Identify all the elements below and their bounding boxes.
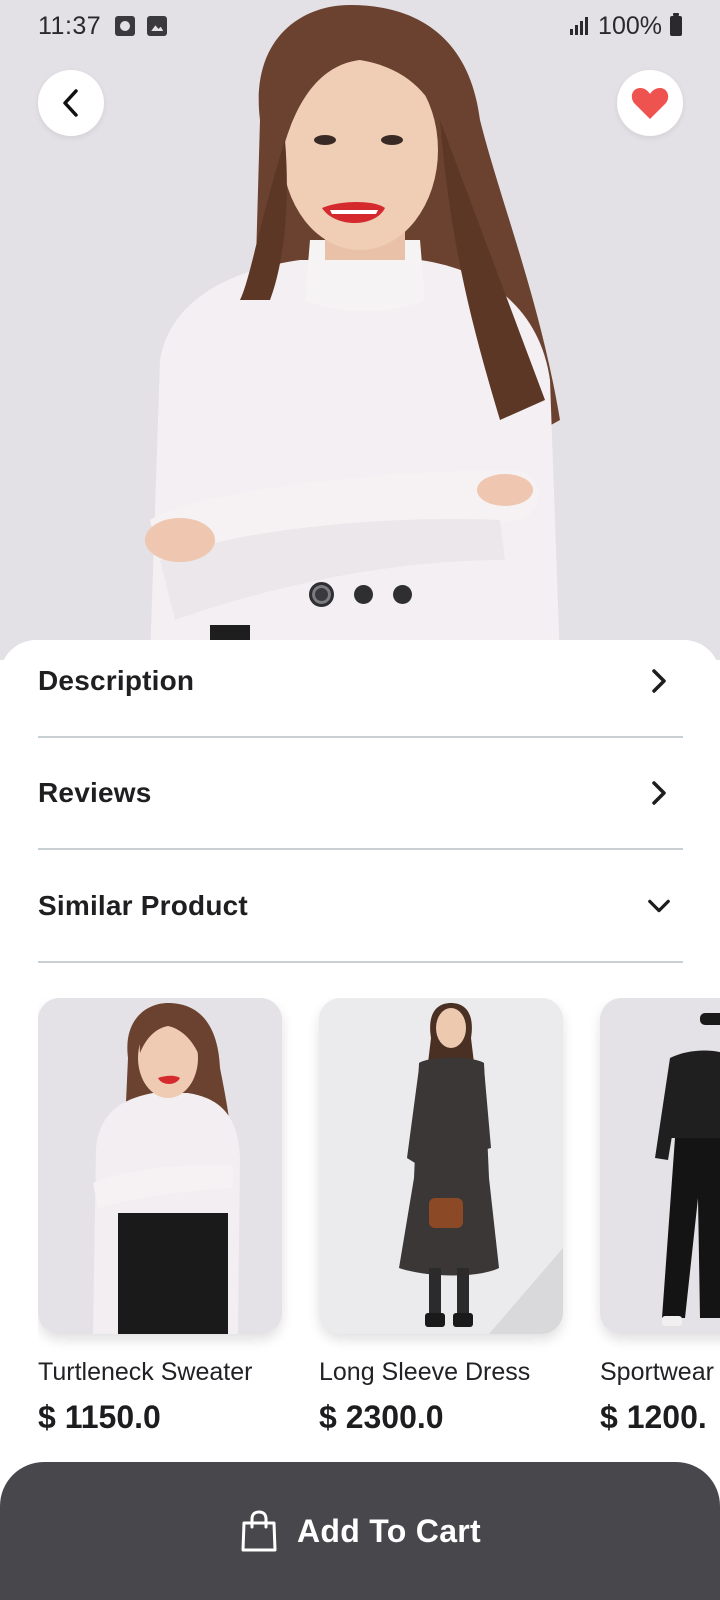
carousel-dot-active[interactable] [308, 582, 334, 607]
product-image[interactable] [319, 998, 563, 1334]
signal-icon [570, 17, 589, 35]
chevron-right-icon [647, 781, 671, 805]
chevron-left-icon [63, 89, 78, 117]
status-time: 11:37 [38, 11, 102, 40]
similar-products-list[interactable]: Turtleneck Sweater $ 1150.0 Long Sleeve … [38, 998, 720, 1438]
product-card[interactable]: Sportwear $ 1200. [600, 998, 720, 1436]
reviews-label: Reviews [38, 777, 152, 808]
add-to-cart-label: Add To Cart [296, 1512, 482, 1549]
carousel-dot[interactable] [353, 585, 373, 604]
product-price: $ 1200. [600, 1399, 707, 1435]
back-button[interactable] [38, 70, 104, 136]
product-image[interactable] [38, 998, 282, 1334]
battery-percent: 100% [598, 11, 662, 40]
description-label: Description [38, 665, 195, 696]
heart-icon [631, 88, 669, 119]
battery-icon [670, 13, 682, 36]
product-price: $ 2300.0 [319, 1399, 444, 1435]
product-name: Turtleneck Sweater [38, 1358, 253, 1386]
chevron-down-icon [647, 894, 671, 918]
hero-image[interactable] [0, 0, 720, 660]
product-card[interactable]: Turtleneck Sweater $ 1150.0 [38, 998, 282, 1436]
shopping-bag-icon [241, 1510, 277, 1552]
favorite-button[interactable] [617, 70, 683, 136]
status-bar: 11:37 100% [0, 0, 720, 52]
similar-product-label: Similar Product [38, 890, 248, 921]
carousel-dot[interactable] [392, 585, 412, 604]
chevron-right-icon [647, 669, 671, 693]
screen-record-icon [115, 16, 136, 36]
description-row[interactable]: Description [38, 626, 683, 738]
add-to-cart-button[interactable]: Add To Cart [0, 1462, 720, 1600]
product-image[interactable] [600, 998, 720, 1334]
product-name: Sportwear [600, 1358, 714, 1386]
product-name: Long Sleeve Dress [319, 1358, 531, 1386]
product-card[interactable]: Long Sleeve Dress $ 2300.0 [319, 998, 563, 1436]
similar-product-row[interactable]: Similar Product [38, 851, 683, 963]
hero-photo [0, 0, 720, 660]
product-price: $ 1150.0 [38, 1399, 161, 1435]
gallery-icon [147, 16, 168, 36]
carousel-indicator [0, 582, 720, 607]
reviews-row[interactable]: Reviews [38, 738, 683, 850]
